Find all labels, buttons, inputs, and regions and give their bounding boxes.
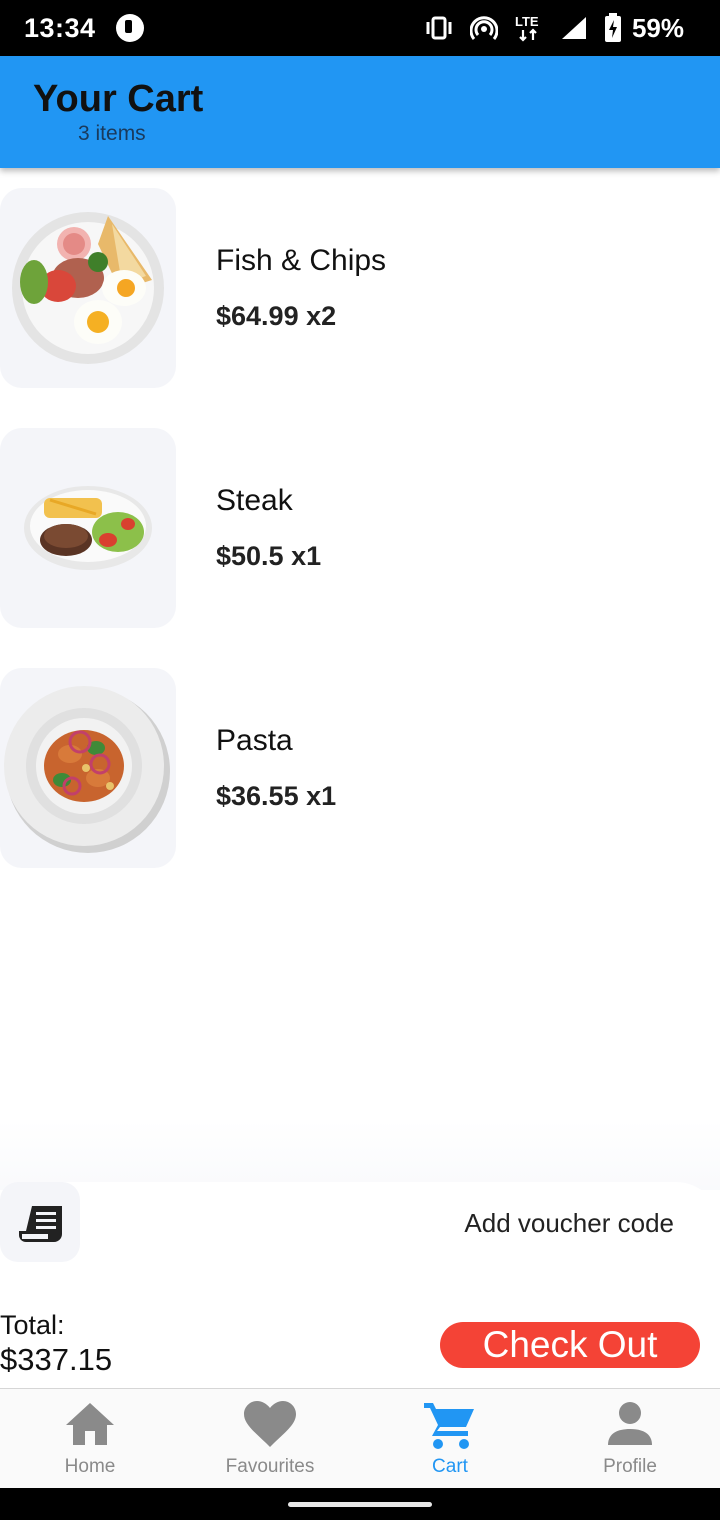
nav-label: Home [64,1456,116,1477]
nav-item-profile[interactable]: Profile [540,1389,720,1489]
app-bar: Your Cart 3 items [0,56,720,168]
price-value: $64.99 [216,301,299,331]
total-label: Total: [0,1310,65,1340]
steak-image [0,428,176,628]
item-name: Pasta [216,724,293,757]
price-value: $50.5 [216,541,284,571]
home-icon [66,1403,114,1445]
vibrate-icon [426,16,452,40]
item-count: 3 items [78,122,146,145]
hotspot-icon [469,16,498,40]
price-value: $36.55 [216,781,299,811]
notification-app-icon [116,14,144,42]
item-price: $50.5 x1 [216,541,321,572]
nav-label: Favourites [225,1456,315,1477]
status-icons: LTE 59% [424,12,684,44]
heart-icon [244,1401,296,1447]
status-time: 13:34 [24,13,96,43]
item-name: Steak [216,484,293,517]
quantity-value: x1 [298,781,337,811]
battery-percentage: 59% [631,12,684,43]
cart-item[interactable]: Steak $50.5 x1 [0,428,720,628]
svg-text:LTE: LTE [515,14,539,29]
item-name: Fish & Chips [216,244,387,277]
receipt-icon [19,1206,62,1242]
status-bar: 13:34 LTE 59% [0,0,720,56]
quantity-value: x2 [298,301,337,331]
voucher-row[interactable]: Add voucher code [0,1182,720,1262]
fish-chips-image [0,188,176,388]
quantity-value: x1 [283,541,322,571]
cart-list: Fish & Chips $64.99 x2 Steak $50.5 x1 Pa… [0,188,720,908]
nav-label: Cart [432,1456,468,1477]
person-icon [608,1402,652,1445]
cart-item[interactable]: Fish & Chips $64.99 x2 [0,188,720,388]
gesture-handle[interactable] [288,1502,432,1507]
nav-item-home[interactable]: Home [0,1389,180,1489]
cart-icon [424,1403,474,1449]
nav-item-favourites[interactable]: Favourites [180,1389,360,1489]
lte-icon: LTE [515,14,539,42]
signal-icon [561,17,586,39]
bottom-navigation: Home Favourites Cart Profile [0,1388,720,1489]
voucher-shadow [0,1120,720,1190]
item-price: $64.99 x2 [216,301,336,332]
cart-item[interactable]: Pasta $36.55 x1 [0,668,720,868]
checkout-button[interactable]: Check Out [440,1322,700,1368]
nav-item-cart[interactable]: Cart [360,1389,540,1489]
pasta-image [0,668,176,868]
page-title: Your Cart [33,78,204,120]
voucher-label: Add voucher code [464,1208,674,1238]
item-price: $36.55 x1 [216,781,336,812]
battery-icon [604,13,621,42]
nav-label: Profile [603,1456,657,1477]
total-value: $337.15 [0,1342,113,1377]
voucher-icon-box [0,1182,80,1262]
